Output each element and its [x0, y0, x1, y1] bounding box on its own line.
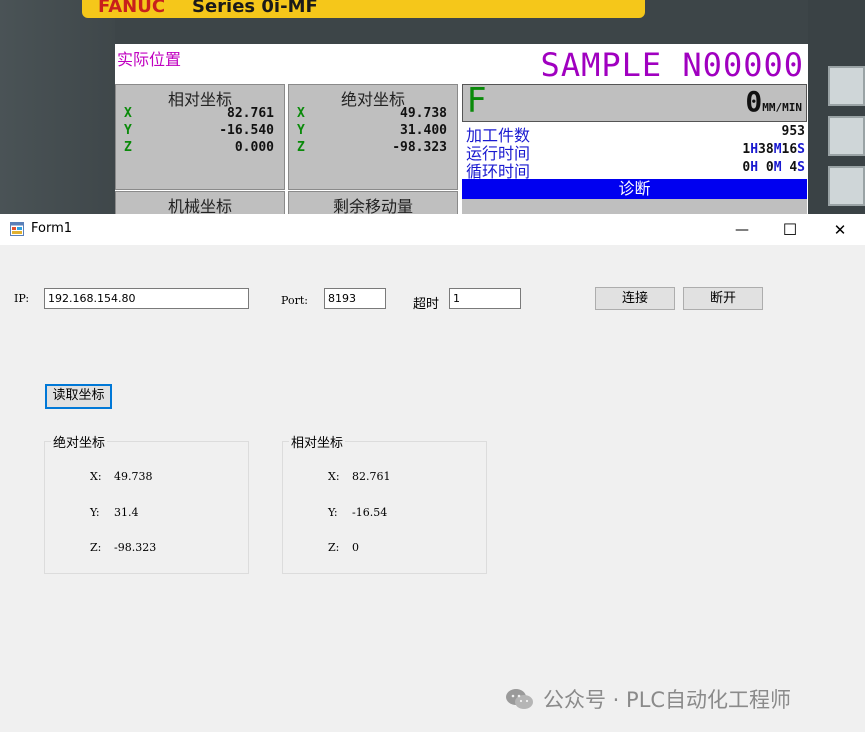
ip-label: IP: [14, 292, 30, 305]
screen-title: 实际位置 [117, 50, 182, 69]
coord-row: Y 31.400 [297, 123, 447, 138]
abs-x-value: 49.738 [114, 470, 153, 483]
wechat-icon [506, 689, 533, 709]
absolute-coord-panel: 绝对坐标 X 49.738 Y 31.400 Z -98.323 [288, 84, 458, 190]
port-label: Port: [281, 294, 308, 307]
parts-count: 加工件数 953 [466, 124, 805, 145]
ip-input[interactable]: 192.168.154.80 [44, 288, 249, 309]
diagnosis-area [462, 199, 807, 214]
minimize-button[interactable]: — [719, 214, 765, 245]
timeout-label: 超时 [413, 297, 440, 312]
coord-row: Z 0.000 [124, 140, 274, 155]
cnc-screen: 实际位置 SAMPLE N00000 相对坐标 X 82.761 Y -16.540… [115, 44, 808, 214]
run-time: 运行时间 1H38M16S [466, 142, 805, 163]
coord-row: Y -16.540 [124, 123, 274, 138]
port-input[interactable]: 8193 [324, 288, 386, 309]
relative-coord-group: 相对坐标 X: 82.761 Y: -16.54 Z: 0 [282, 432, 487, 574]
panel-plate-left [0, 0, 115, 214]
feed-label: F [467, 81, 487, 121]
softkey [828, 66, 865, 106]
cnc-background-photo: FANUC Series 0i-MF 实际位置 SAMPLE N00000 相对… [0, 0, 865, 214]
absolute-coord-group: 绝对坐标 X: 49.738 Y: 31.4 Z: -98.323 [44, 432, 249, 574]
coord-row: X 82.761 [124, 106, 274, 121]
remaining-move-title: 剩余移动量 [332, 197, 413, 214]
connect-button[interactable]: 连接 [595, 287, 675, 310]
fanuc-brand-bar: FANUC Series 0i-MF [82, 0, 645, 18]
cycle-time: 循环时间 0H 0M 4S [466, 160, 805, 181]
absolute-group-title: 绝对坐标 [51, 432, 108, 451]
rel-y-value: -16.54 [352, 506, 388, 519]
feed-value: 0MM/MIN [745, 85, 802, 118]
watermark-text: 公众号 · PLC自动化工程师 [543, 688, 792, 712]
watermark: 公众号 · PLC自动化工程师 [505, 684, 791, 714]
close-button[interactable]: ✕ [817, 214, 863, 245]
softkey [828, 166, 865, 206]
maximize-button[interactable]: ☐ [767, 214, 813, 245]
remaining-move-panel: 剩余移动量 [288, 191, 458, 214]
read-coordinates-button[interactable]: 读取坐标 [45, 384, 112, 409]
relative-coord-panel: 相对坐标 X 82.761 Y -16.540 Z 0.000 [115, 84, 285, 190]
form1-window: Form1 — ☐ ✕ IP: 192.168.154.80 Port: 819… [0, 214, 865, 732]
relative-group-title: 相对坐标 [289, 432, 346, 451]
app-form-icon [10, 222, 24, 236]
coord-row: X 49.738 [297, 106, 447, 121]
coord-row: Z -98.323 [297, 140, 447, 155]
program-number: SAMPLE N00000 [540, 46, 804, 84]
feedrate-panel: F 0MM/MIN [462, 81, 807, 122]
abs-y-value: 31.4 [114, 506, 139, 519]
fanuc-series: Series 0i-MF [192, 0, 318, 17]
machine-coord-panel: 机械坐标 [115, 191, 285, 214]
window-titlebar[interactable]: Form1 — ☐ ✕ [0, 214, 865, 245]
timeout-input[interactable]: 1 [449, 288, 521, 309]
window-title: Form1 [31, 221, 73, 236]
softkey [828, 116, 865, 156]
diagnosis-bar: 诊断 [462, 179, 807, 199]
machine-coord-title: 机械坐标 [167, 197, 232, 214]
abs-z-value: -98.323 [114, 541, 157, 554]
fanuc-logo: FANUC [98, 0, 166, 17]
rel-x-value: 82.761 [352, 470, 391, 483]
disconnect-button[interactable]: 断开 [683, 287, 763, 310]
rel-z-value: 0 [352, 541, 359, 554]
